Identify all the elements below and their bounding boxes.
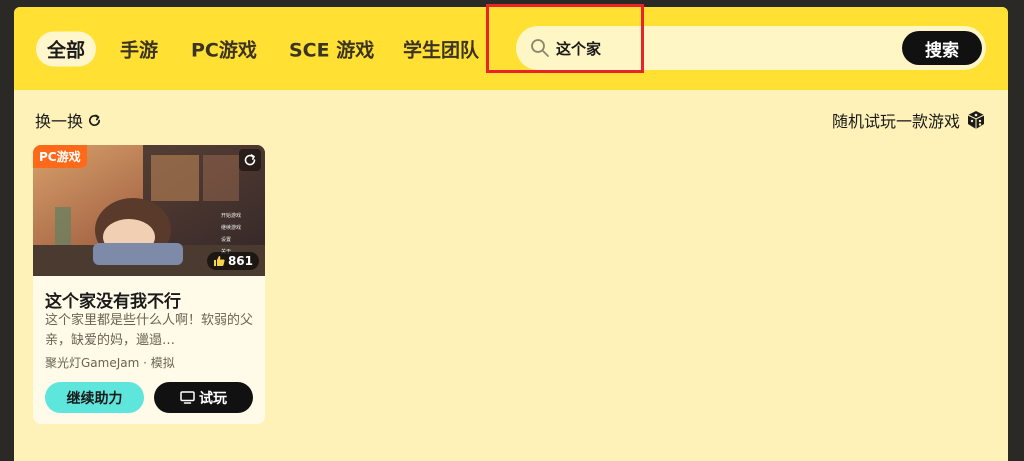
svg-text:继续游戏: 继续游戏 [221,224,241,231]
dice-icon [967,111,985,129]
share-icon [244,154,256,166]
boost-button[interactable]: 继续助力 [45,382,144,413]
likes-badge: 861 [206,252,259,270]
swap-label: 换一换 [35,112,84,131]
main-panel: 全部 手游 PC游戏 SCE 游戏 学生团队 搜索 换一换 随机试玩一款游戏 [14,7,1008,461]
search-button[interactable]: 搜索 [902,31,982,65]
tab-mobile[interactable]: 手游 [120,36,158,63]
search-bar: 搜索 [516,26,986,70]
svg-text:开始游戏: 开始游戏 [221,212,241,219]
play-label: 试玩 [199,390,227,407]
likes-count: 861 [227,254,253,268]
tab-all[interactable]: 全部 [36,31,97,67]
search-icon [531,39,549,57]
game-title[interactable]: 这个家没有我不行 [45,287,181,312]
svg-text:设置: 设置 [221,236,231,243]
random-play-label: 随机试玩一款游戏 [831,112,960,131]
share-button[interactable] [239,149,261,171]
top-navigation-bar: 全部 手游 PC游戏 SCE 游戏 学生团队 搜索 [14,7,1008,90]
refresh-icon [89,114,101,126]
game-card[interactable]: 开始游戏 继续游戏 设置 关于 PC游戏 861 这个家没有我不行 这个家里都是… [33,145,265,424]
search-input[interactable] [556,34,876,62]
platform-tag: PC游戏 [33,145,87,168]
swap-button[interactable]: 换一换 [35,108,102,132]
tab-pc-games[interactable]: PC游戏 [191,36,257,63]
thumb-up-icon [213,256,225,266]
tab-sce-games[interactable]: SCE 游戏 [289,36,374,63]
game-meta: 聚光灯GameJam · 模拟 [45,356,175,370]
game-description: 这个家里都是些什么人啊！软弱的父亲，缺爱的妈，邋遢… [45,313,253,348]
game-thumbnail[interactable]: 开始游戏 继续游戏 设置 关于 PC游戏 861 [33,145,265,276]
random-play-button[interactable]: 随机试玩一款游戏 [832,108,986,132]
play-button[interactable]: 试玩 [154,382,253,413]
monitor-icon [180,391,195,404]
tab-student-teams[interactable]: 学生团队 [403,36,479,63]
